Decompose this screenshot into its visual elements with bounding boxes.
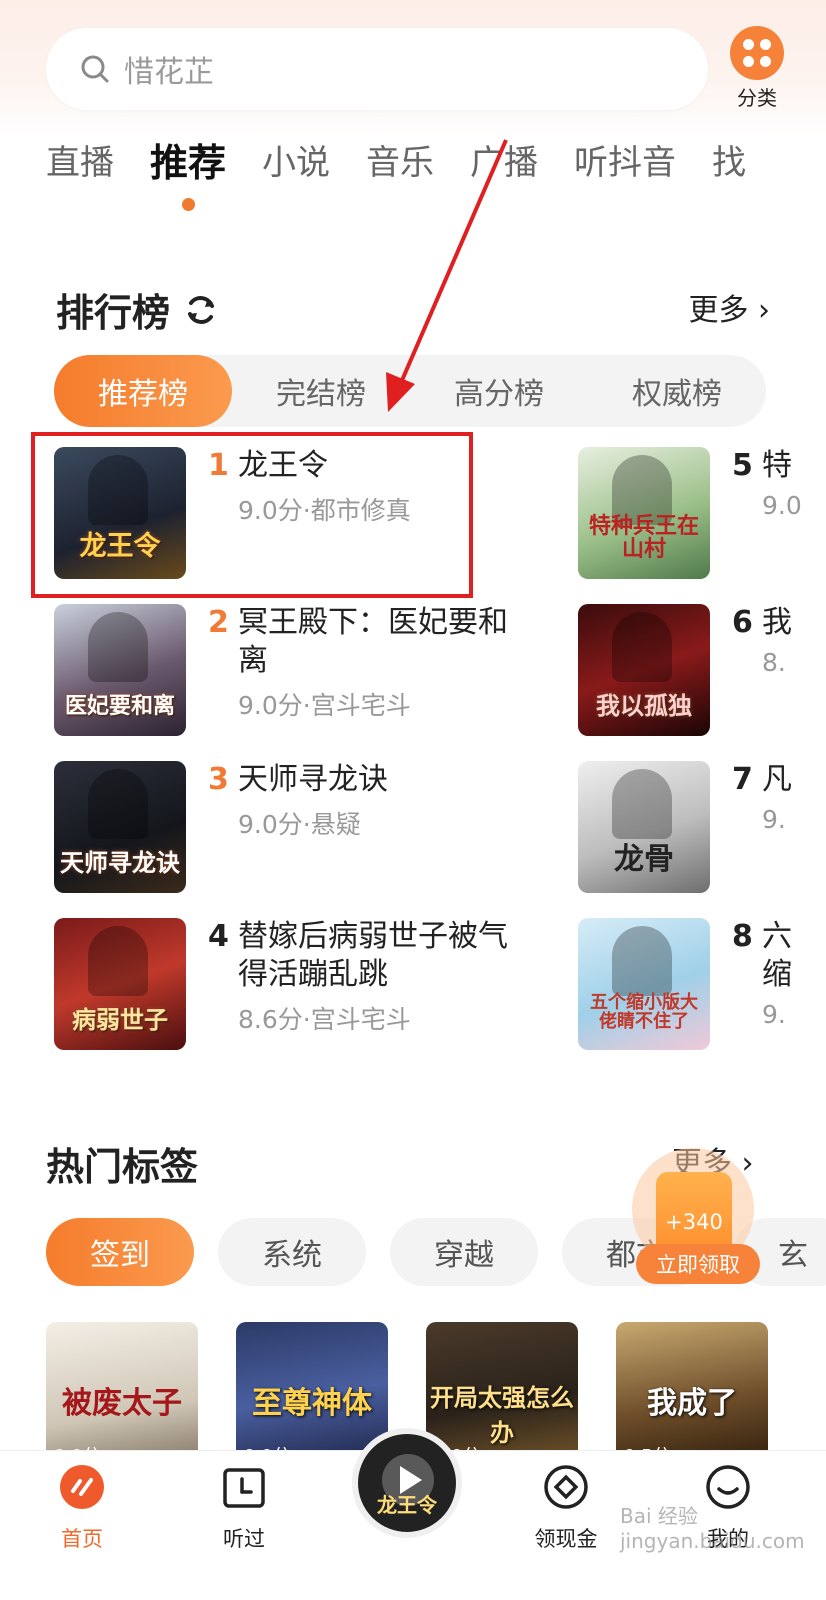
book-meta: 8.6分·宫斗宅斗 [238,1005,411,1034]
rank-number: 3 [208,762,229,797]
tag-checkin[interactable]: 签到 [46,1218,194,1286]
nav-home[interactable]: 首页 [22,1463,142,1553]
book-title: 替嫁后病弱世子被气得活蹦乱跳 [238,919,508,992]
rank-item-6[interactable]: 我以孤独 6我 8. [578,604,826,736]
reward-amount: +340 [665,1210,723,1234]
rank-item-8[interactable]: 五个缩小版大佬睛不住了 8 六缩 9. [578,918,826,1050]
rank-item-3[interactable]: 天师寻龙诀 3 天师寻龙诀 9.0分·悬疑 [54,761,508,893]
rank-item-4[interactable]: 病弱世子 4 替嫁后病弱世子被气得活蹦乱跳 8.6分·宫斗宅斗 [54,918,508,1050]
cash-icon [542,1463,590,1511]
book-title: 凡 [762,762,792,797]
rank-item-2[interactable]: 医妃要和离 2 冥王殿下：医妃要和离 9.0分·宫斗宅斗 [54,604,508,736]
home-icon [58,1463,106,1511]
now-playing-button[interactable]: 龙王令 [352,1428,462,1538]
history-icon [220,1463,268,1511]
book-cover: 医妃要和离 [54,604,186,736]
reward-widget[interactable]: +340 立即领取 [630,1148,760,1288]
tag-time-travel[interactable]: 穿越 [390,1218,538,1286]
annotation-arrow [386,139,508,412]
book-meta: 9.0分·宫斗宅斗 [238,691,411,720]
rank-number: 8 [732,919,753,954]
book-meta: 9.0分·悬疑 [238,810,361,839]
watermark: Bai 经验 jingyan.baidu.com [620,1504,805,1553]
rank-number: 4 [208,919,229,954]
nav-home-label: 首页 [61,1527,103,1551]
book-meta: 9. [762,1000,786,1029]
book-meta: 8. [762,648,786,677]
book-cover: 我以孤独 [578,604,710,736]
nav-cash-label: 领现金 [534,1527,598,1551]
rank-number: 2 [208,605,229,640]
book-meta: 9. [762,805,786,834]
tag-book-4[interactable]: 我成了 9.5分 [616,1322,768,1470]
hot-tags-title: 热门标签 [46,1145,199,1189]
book-title: 冥王殿下：医妃要和离 [238,605,508,678]
book-cover: 龙骨 [578,761,710,893]
rank-item-7[interactable]: 龙骨 7凡 9. [578,761,826,893]
book-title: 天师寻龙诀 [238,762,388,797]
tag-system[interactable]: 系统 [218,1218,366,1286]
book-title: 我 [762,605,792,640]
nav-cash[interactable]: 领现金 [506,1463,626,1553]
rank-number: 6 [732,605,753,640]
nav-history-label: 听过 [223,1527,265,1551]
nav-history[interactable]: 听过 [184,1463,304,1553]
tag-book-1[interactable]: 被废太子 9.0分 [46,1322,198,1470]
book-title: 六缩 [762,919,792,992]
book-cover: 病弱世子 [54,918,186,1050]
claim-now-button[interactable]: 立即领取 [636,1244,760,1284]
book-cover: 天师寻龙诀 [54,761,186,893]
book-cover: 五个缩小版大佬睛不住了 [578,918,710,1050]
rank-number: 7 [732,762,753,797]
